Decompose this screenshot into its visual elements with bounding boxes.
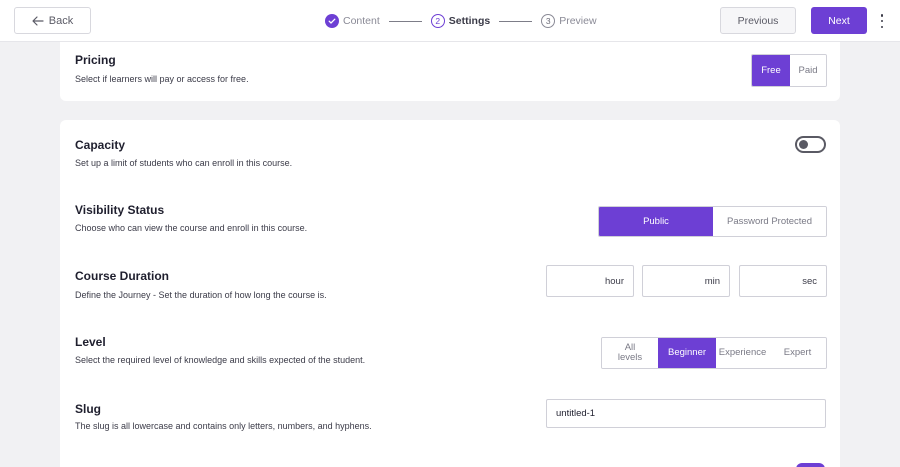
step-settings[interactable]: 2 Settings xyxy=(430,14,491,28)
step-divider xyxy=(388,20,422,22)
visibility-option-public[interactable]: Public xyxy=(599,207,713,236)
visibility-option-password-protected[interactable]: Password Protected xyxy=(713,207,826,236)
level-option-experience[interactable]: Experience xyxy=(716,338,769,368)
pricing-title: Pricing xyxy=(75,53,116,67)
step-content[interactable]: Content xyxy=(325,14,380,28)
pricing-option-paid[interactable]: Paid xyxy=(790,55,826,86)
step-divider xyxy=(499,20,533,22)
duration-sec-input[interactable]: sec xyxy=(739,265,827,297)
capacity-description: Set up a limit of students who can enrol… xyxy=(75,158,293,168)
visibility-selector: Public Password Protected xyxy=(598,206,827,237)
duration-hour-input[interactable]: hour xyxy=(546,265,634,297)
level-option-beginner[interactable]: Beginner xyxy=(658,338,716,368)
step-number-preview: 3 xyxy=(541,14,556,28)
next-button[interactable]: Next xyxy=(811,7,867,34)
slug-input[interactable]: untitled-1 xyxy=(546,399,826,428)
slug-title: Slug xyxy=(75,402,101,416)
check-circle-icon xyxy=(325,14,339,28)
step-preview[interactable]: 3 Preview xyxy=(541,14,597,28)
duration-min-input[interactable]: min xyxy=(642,265,730,297)
step-label-content: Content xyxy=(343,15,380,27)
pricing-selector: Free Paid xyxy=(751,54,827,87)
capacity-title: Capacity xyxy=(75,138,126,152)
duration-hour-unit: hour xyxy=(604,275,624,287)
level-selector: All levels Beginner Experience Expert xyxy=(601,337,827,369)
pricing-description: Select if learners will pay or access fo… xyxy=(75,74,249,84)
pricing-option-free[interactable]: Free xyxy=(752,55,790,86)
back-label: Back xyxy=(48,14,74,27)
capacity-toggle[interactable] xyxy=(795,136,826,153)
step-number-settings: 2 xyxy=(430,14,445,28)
previous-button[interactable]: Previous xyxy=(720,7,796,34)
arrow-left-icon xyxy=(32,15,44,26)
level-option-all-levels[interactable]: All levels xyxy=(602,338,658,368)
level-title: Level xyxy=(75,335,106,349)
course-settings-card: Capacity Set up a limit of students who … xyxy=(60,120,840,467)
duration-min-unit: min xyxy=(704,275,720,287)
toggle-knob xyxy=(799,140,808,149)
more-vertical-icon[interactable] xyxy=(878,13,886,29)
step-label-settings: Settings xyxy=(448,15,491,27)
pricing-card: Pricing Select if learners will pay or a… xyxy=(60,42,840,101)
step-label-preview: Preview xyxy=(559,15,597,27)
step-indicator: Content 2 Settings 3 Preview xyxy=(325,13,597,29)
level-description: Select the required level of knowledge a… xyxy=(75,355,366,365)
visibility-title: Visibility Status xyxy=(75,203,165,217)
top-bar: Back Content 2 Settings 3 Preview Previo… xyxy=(0,0,900,42)
duration-title: Course Duration xyxy=(75,269,170,283)
duration-sec-unit: sec xyxy=(802,275,817,287)
duration-description: Define the Journey - Set the duration of… xyxy=(75,290,327,300)
back-button[interactable]: Back xyxy=(14,7,91,34)
visibility-description: Choose who can view the course and enrol… xyxy=(75,223,308,233)
level-option-expert[interactable]: Expert xyxy=(769,338,826,368)
next-setting-toggle[interactable] xyxy=(796,463,825,467)
slug-description: The slug is all lowercase and contains o… xyxy=(75,421,372,431)
